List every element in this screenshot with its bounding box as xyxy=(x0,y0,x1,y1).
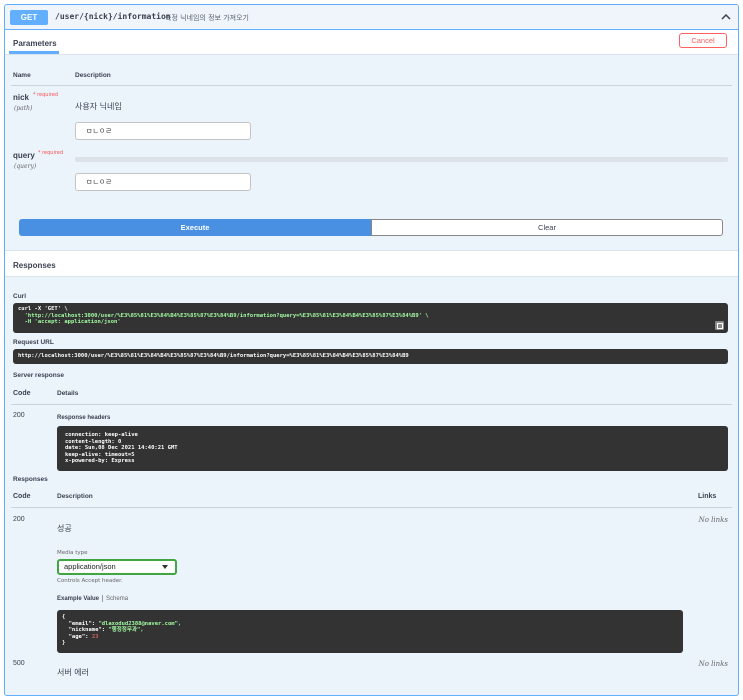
operation-block: GET /user/{nick}/information 특정 닉네임의 정보 … xyxy=(4,4,739,696)
response-links-500: No links xyxy=(698,660,728,668)
server-response-code: 200 xyxy=(13,412,25,419)
response-links-200: No links xyxy=(698,516,728,524)
controls-accept-note: Controls Accept header. xyxy=(57,578,123,584)
divider xyxy=(11,85,732,86)
execute-controls: Execute Clear xyxy=(19,219,723,236)
header-line: x-powered-by: Express xyxy=(65,458,135,464)
response-desc-200: 성공 xyxy=(57,524,72,533)
example-json-code[interactable]: { "email": "dlaxodud2388@naver.com", "ni… xyxy=(57,610,683,653)
nick-input[interactable]: ㅁㄴㅇㄹ xyxy=(75,122,251,140)
execute-button[interactable]: Execute xyxy=(19,219,371,236)
example-tabs: Example Value Schema xyxy=(57,595,128,602)
media-type-value: application/json xyxy=(64,562,116,571)
resp-col-links: Links xyxy=(698,493,717,500)
resp-col-description: Description xyxy=(57,493,93,500)
endpoint-path: /user/{nick}/information xyxy=(55,12,171,21)
curl-line-2: 'http://localhost:3000/user/%E3%85%81%E3… xyxy=(18,312,429,319)
copy-icon[interactable] xyxy=(715,321,724,330)
server-response-label: Server response xyxy=(13,372,64,379)
header-line: connection: keep-alive xyxy=(65,432,138,438)
tab-underline xyxy=(9,51,59,54)
operation-summary[interactable]: GET /user/{nick}/information 특정 닉네임의 정보 … xyxy=(5,5,738,30)
curl-line-1: curl -X 'GET' \ xyxy=(18,306,68,312)
param-name-nick: nick xyxy=(13,93,30,102)
required-mark: * required xyxy=(38,150,64,156)
required-mark: * required xyxy=(33,92,59,98)
responses-label: Responses xyxy=(13,476,48,483)
curl-label: Curl xyxy=(13,293,26,300)
json-email-key: "email": xyxy=(62,620,99,627)
param-desc-nick: 사용자 닉네임 xyxy=(75,102,122,111)
query-input[interactable]: ㅁㄴㅇㄹ xyxy=(75,173,251,191)
divider xyxy=(11,507,732,508)
header-line: keep-alive: timeout=5 xyxy=(65,451,135,458)
param-desc-placeholder xyxy=(75,157,728,162)
header-line: date: Sun,08 Dec 2021 14:40:21 GMT xyxy=(65,445,178,451)
cancel-button[interactable]: Cancel xyxy=(679,33,727,48)
json-age-key: "age": xyxy=(62,633,92,640)
responses-title: Responses xyxy=(13,261,56,270)
json-nickname-value: "행정정무과", xyxy=(108,627,144,633)
col-description: Description xyxy=(75,72,111,79)
response-code-200: 200 xyxy=(13,516,25,523)
param-name-query: query xyxy=(13,151,35,160)
col-name: Name xyxy=(13,72,31,79)
response-code-500: 500 xyxy=(13,660,25,667)
method-badge: GET xyxy=(10,10,48,25)
resp-col-code: Code xyxy=(13,493,31,500)
response-desc-500: 서버 에러 xyxy=(57,668,89,677)
json-open: { xyxy=(62,614,66,620)
tab-example-value[interactable]: Example Value xyxy=(57,596,99,602)
request-url-code[interactable]: http://localhost:3000/user/%E3%85%81%E3%… xyxy=(13,349,728,364)
endpoint-description: 특정 닉네임의 정보 가져오기 xyxy=(165,14,249,22)
curl-code[interactable]: curl -X 'GET' \ 'http://localhost:3000/u… xyxy=(13,303,728,333)
header-line: content-length: 0 xyxy=(65,438,122,445)
response-headers-label: Response headers xyxy=(57,415,111,421)
parameters-header: Parameters Cancel xyxy=(5,30,738,55)
tab-schema[interactable]: Schema xyxy=(106,596,128,602)
responses-header: Responses xyxy=(5,250,738,277)
chevron-down-icon xyxy=(162,565,168,569)
param-in-nick: (path) xyxy=(14,105,33,112)
server-col-details: Details xyxy=(57,390,79,397)
request-url-label: Request URL xyxy=(13,339,54,346)
json-nickname-key: "nickname": xyxy=(62,627,109,633)
chevron-up-icon[interactable] xyxy=(720,11,732,23)
response-headers-code[interactable]: connection: keep-alive content-length: 0… xyxy=(57,426,728,471)
tab-parameters[interactable]: Parameters xyxy=(13,39,57,48)
media-type-select[interactable]: application/json xyxy=(57,559,177,575)
json-close: } xyxy=(62,640,66,646)
param-in-query: (query) xyxy=(14,163,37,170)
curl-line-3: -H 'accept: application/json' xyxy=(18,319,121,325)
media-type-label: Media type xyxy=(57,550,88,556)
json-age-value: 23 xyxy=(91,633,99,640)
divider xyxy=(11,404,732,405)
json-email-value: "dlaxodud2388@naver.com", xyxy=(98,620,182,627)
clear-button[interactable]: Clear xyxy=(371,219,723,236)
server-col-code: Code xyxy=(13,390,31,397)
tab-separator xyxy=(102,595,104,602)
